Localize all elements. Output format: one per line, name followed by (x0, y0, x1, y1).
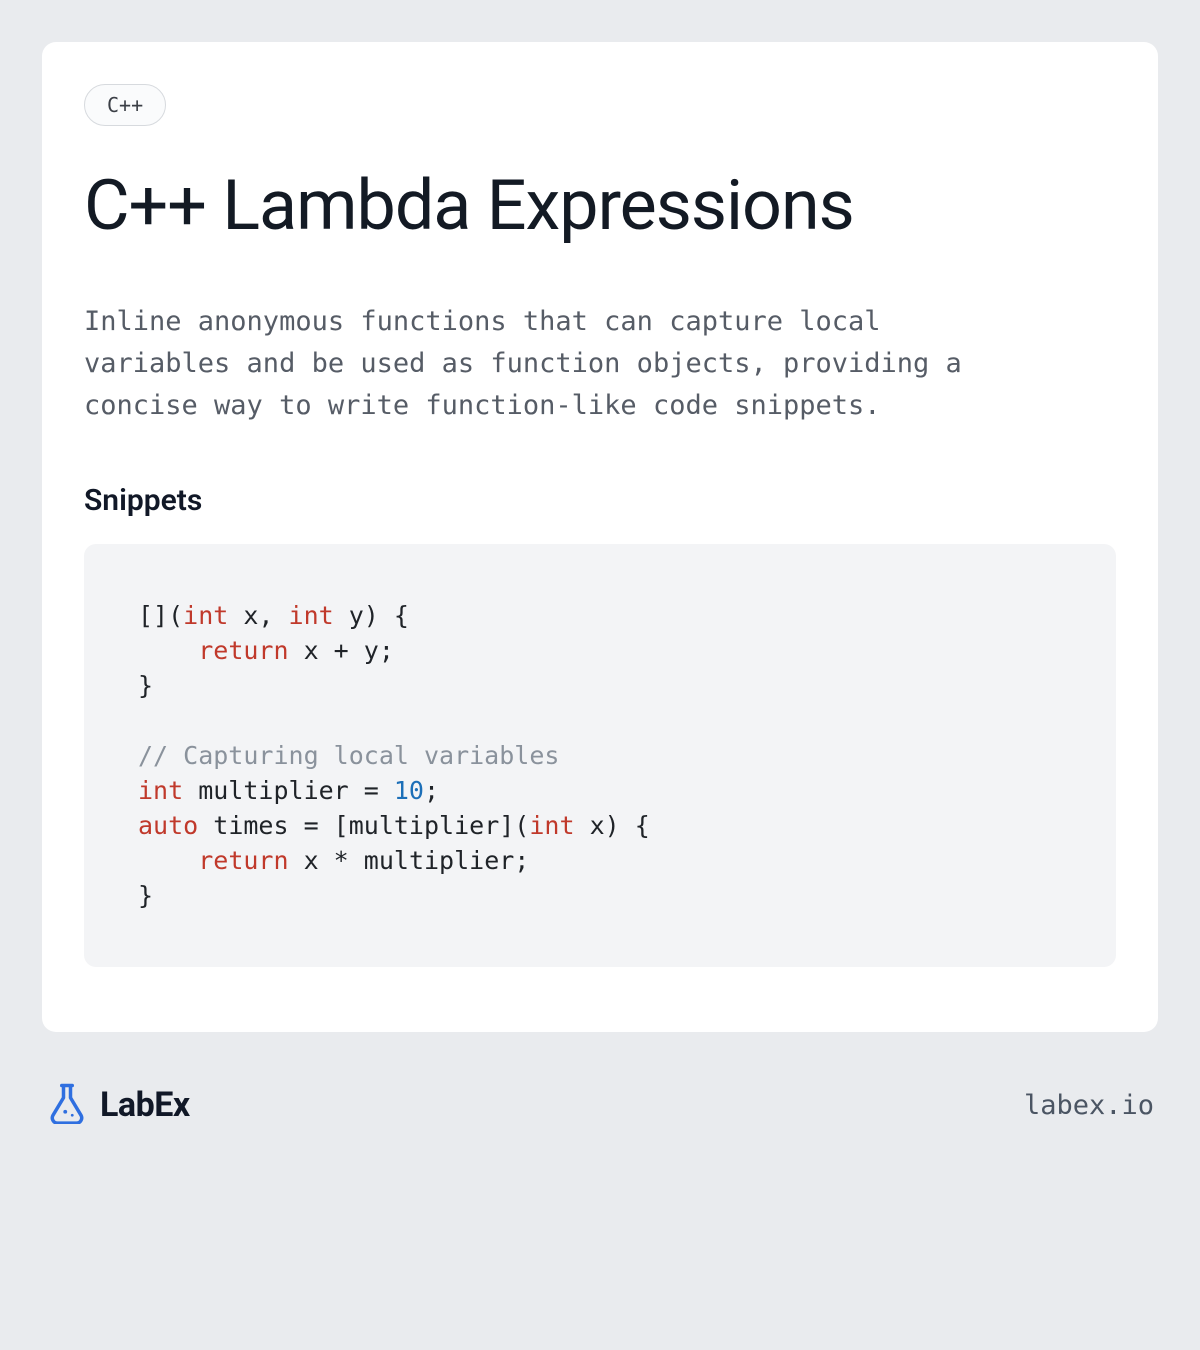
flask-icon (46, 1082, 88, 1128)
brand-url: labex.io (1024, 1090, 1154, 1121)
snippets-heading: Snippets (84, 483, 1116, 518)
page-title: C++ Lambda Expressions (84, 168, 1116, 245)
content-card: C++ C++ Lambda Expressions Inline anonym… (42, 42, 1158, 1032)
brand: LabEx (46, 1082, 190, 1128)
description: Inline anonymous functions that can capt… (84, 301, 964, 427)
code-snippet: [](int x, int y) { return x + y; } // Ca… (84, 544, 1116, 967)
language-badge: C++ (84, 84, 166, 126)
brand-name: LabEx (100, 1085, 190, 1125)
footer: LabEx labex.io (42, 1082, 1158, 1128)
